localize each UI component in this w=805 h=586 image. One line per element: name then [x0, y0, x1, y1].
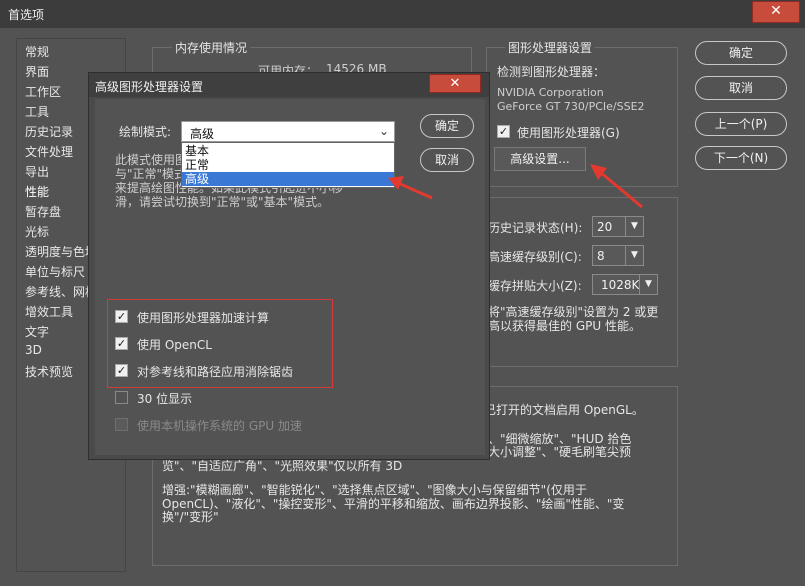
arrow-to-advanced-button: [590, 164, 643, 209]
arrow-to-advanced-option: [388, 176, 433, 200]
annotation-arrows: [388, 164, 643, 209]
